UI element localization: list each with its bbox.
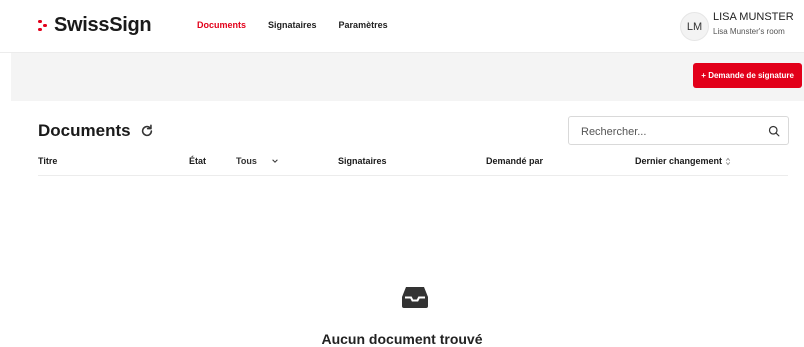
search-icon[interactable]: [768, 125, 780, 137]
new-signature-request-button[interactable]: + Demande de signature: [693, 63, 802, 88]
logo-dots-icon: [38, 16, 50, 36]
empty-state-message: Aucun document trouvé: [321, 331, 483, 347]
inbox-icon: [402, 287, 428, 308]
column-last-change[interactable]: Dernier changement: [635, 156, 731, 166]
refresh-icon[interactable]: [140, 124, 154, 138]
table-header: Titre État Tous Signataires Demandé par …: [38, 155, 788, 176]
page-title: Documents: [38, 121, 131, 140]
user-name: LISA MUNSTER: [713, 11, 794, 23]
main-nav: Documents Signataires Paramètres: [197, 20, 410, 30]
nav-documents[interactable]: Documents: [197, 20, 246, 30]
column-signers[interactable]: Signataires: [338, 156, 387, 166]
nav-signataires[interactable]: Signataires: [268, 20, 317, 30]
column-last-change-label: Dernier changement: [635, 156, 723, 166]
top-navbar: SwissSign Documents Signataires Paramètr…: [0, 0, 804, 53]
column-requested-by[interactable]: Demandé par: [486, 156, 543, 166]
avatar[interactable]: LM: [680, 12, 709, 41]
nav-parametres[interactable]: Paramètres: [339, 20, 388, 30]
column-state: État: [189, 156, 207, 166]
search-input[interactable]: [579, 123, 753, 141]
logo-text: SwissSign: [54, 14, 152, 36]
state-filter-value: Tous: [236, 156, 257, 166]
column-title[interactable]: Titre: [38, 156, 57, 166]
state-filter-dropdown[interactable]: Tous: [236, 156, 279, 166]
swisssign-logo[interactable]: SwissSign: [38, 14, 152, 37]
chevron-down-icon: [272, 159, 278, 163]
user-room: Lisa Munster's room: [713, 27, 785, 36]
search-box: [568, 116, 789, 145]
sort-icon[interactable]: [725, 157, 731, 166]
action-toolbar: + Demande de signature: [11, 53, 804, 101]
